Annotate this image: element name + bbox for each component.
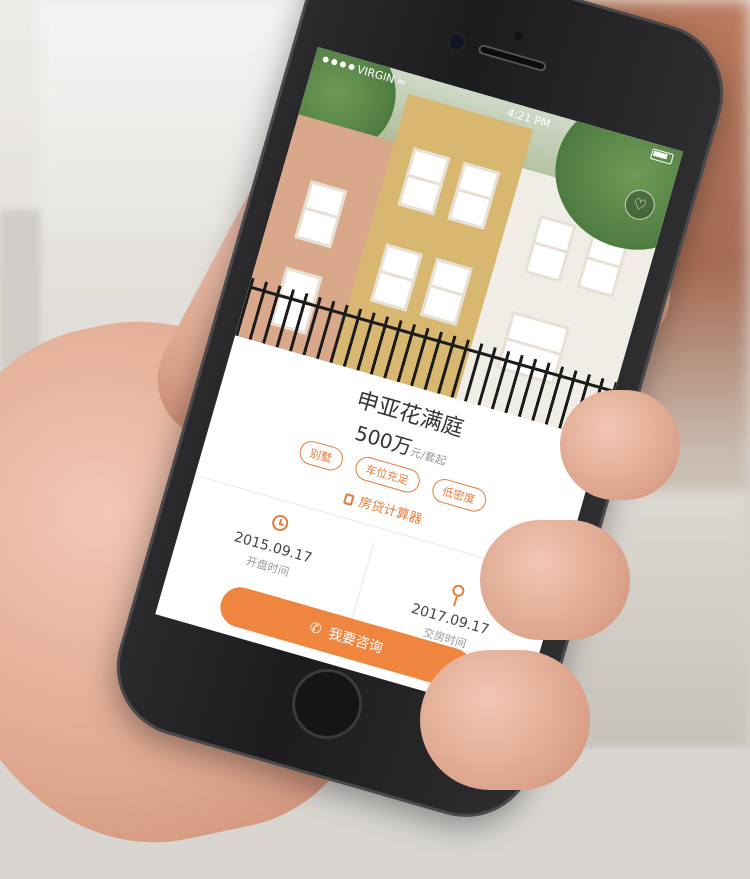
signal-dot-icon — [321, 55, 330, 64]
proximity-sensor — [513, 30, 524, 41]
house-window — [397, 147, 451, 216]
signal-dot-icon — [330, 58, 339, 66]
clock-icon — [270, 513, 291, 533]
key-icon — [450, 583, 466, 599]
house-window — [447, 161, 501, 230]
house-window — [369, 243, 423, 312]
house-window — [419, 257, 473, 326]
signal-dot-icon — [347, 63, 356, 71]
signal-dot-icon — [339, 60, 347, 69]
hand-finger — [560, 390, 680, 500]
wifi-icon: ≈ — [395, 73, 408, 89]
tag-low-density: 低密度 — [429, 476, 489, 515]
price-unit: 元/套起 — [408, 445, 448, 469]
tag-villa: 别墅 — [296, 437, 346, 474]
earpiece-speaker — [477, 43, 548, 73]
hand-finger — [420, 650, 590, 790]
house-window — [294, 180, 348, 249]
battery-icon — [650, 147, 675, 165]
front-camera — [447, 33, 466, 51]
phone-icon: ✆ — [307, 619, 324, 639]
calculator-label: 房贷计算器 — [356, 495, 424, 528]
house-window — [523, 214, 577, 283]
hand-finger — [480, 520, 630, 640]
consult-label: 我要咨询 — [326, 625, 385, 657]
home-button[interactable] — [283, 660, 371, 748]
heart-icon: ♡ — [630, 194, 649, 216]
calculator-icon — [342, 492, 355, 507]
